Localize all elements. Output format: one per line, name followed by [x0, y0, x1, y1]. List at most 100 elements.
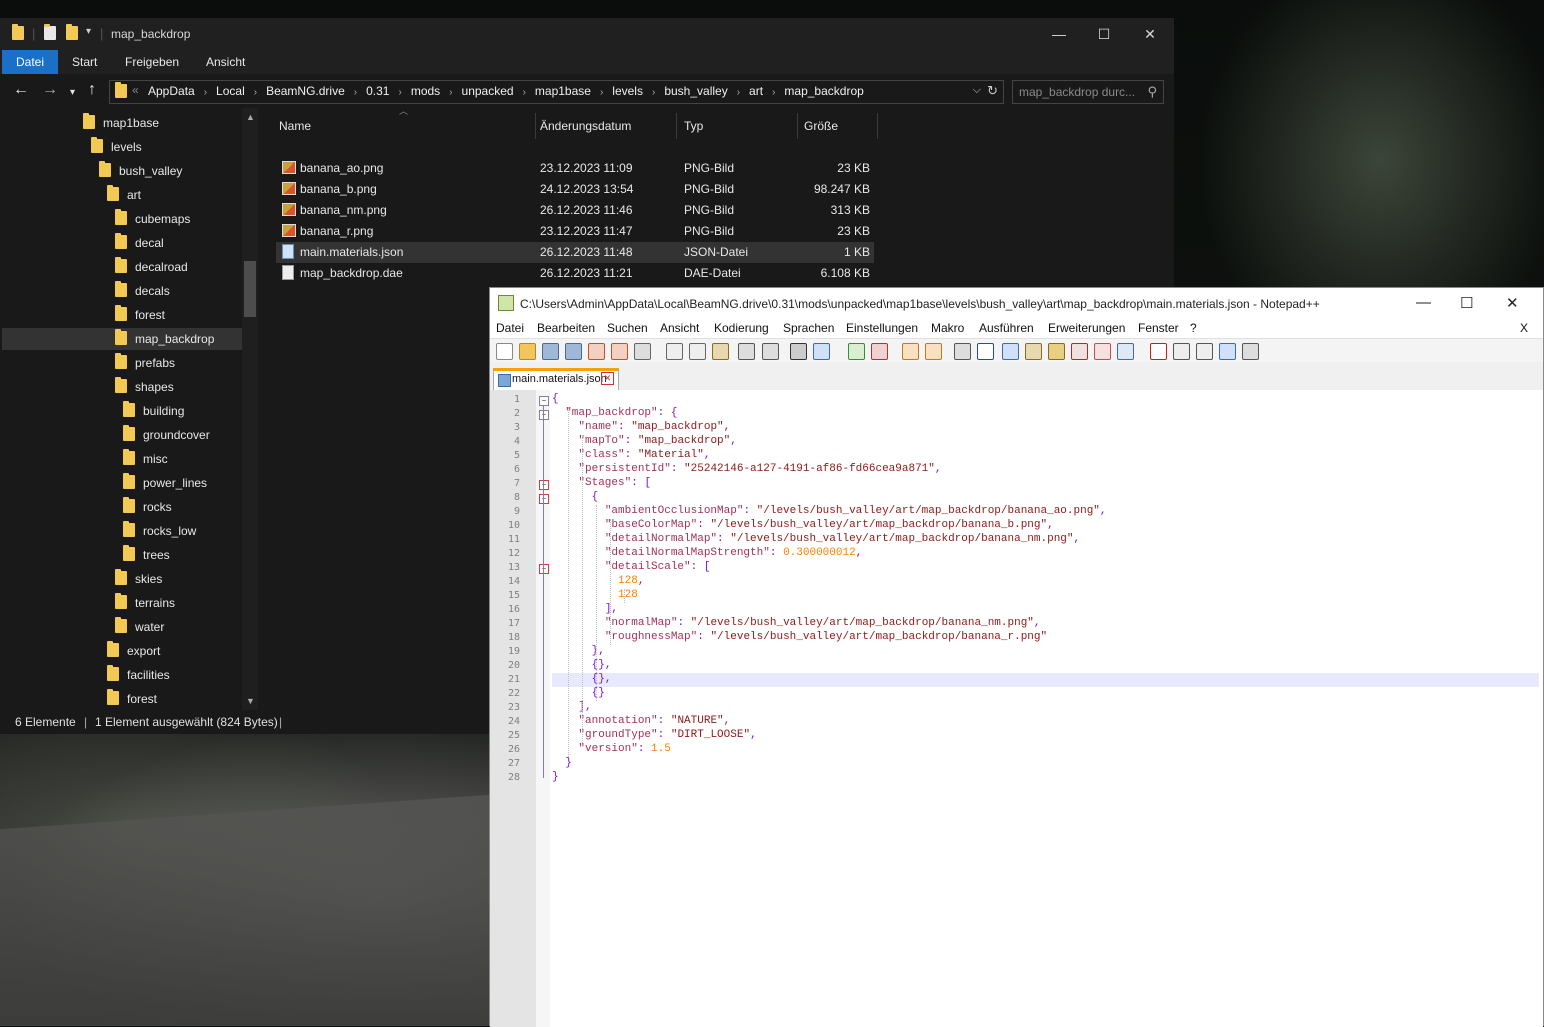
run-macro-multiple-icon[interactable] — [1219, 343, 1236, 360]
code-line[interactable]: "name": "map_backdrop", — [552, 421, 730, 433]
close-document-button[interactable]: X — [1520, 321, 1528, 335]
sidebar-item[interactable]: decal — [115, 232, 164, 254]
fold-toggle-icon[interactable]: − — [539, 410, 549, 420]
close-all-icon[interactable] — [611, 343, 628, 360]
menu-suchen[interactable]: Suchen — [607, 321, 648, 335]
sidebar-item[interactable]: prefabs — [115, 352, 175, 374]
breadcrumb-separator-icon[interactable]: › — [398, 87, 401, 98]
tab-datei[interactable]: Datei — [2, 50, 59, 74]
up-arrow-icon[interactable]: ↑ — [88, 82, 96, 98]
zoom-in-icon[interactable] — [848, 343, 865, 360]
maximize-icon[interactable]: ☐ — [1094, 24, 1114, 44]
code-line[interactable]: "detailNormalMapStrength": 0.300000012, — [552, 547, 862, 559]
sidebar-item[interactable]: rocks_low — [123, 520, 196, 542]
column-header-name[interactable]: Name — [276, 113, 536, 139]
sidebar-item[interactable]: facilities — [107, 664, 170, 686]
minimize-icon[interactable]: — — [1049, 24, 1069, 44]
copy-icon[interactable] — [689, 343, 706, 360]
menu-kodierung[interactable]: Kodierung — [714, 321, 769, 335]
fold-toggle-icon[interactable]: − — [539, 564, 549, 574]
sidebar-item[interactable]: decals — [115, 280, 170, 302]
file-row[interactable]: map_backdrop.dae 26.12.2023 11:21 DAE-Date… — [276, 263, 874, 284]
breadcrumb-separator-icon[interactable]: › — [204, 87, 207, 98]
breadcrumb-separator-icon[interactable]: › — [600, 87, 603, 98]
print-icon[interactable] — [634, 343, 651, 360]
column-header-date[interactable]: Änderungsdatum — [536, 113, 677, 139]
file-row[interactable]: banana_r.png 23.12.2023 11:47 PNG-Bild 23 K… — [276, 221, 874, 242]
close-icon[interactable]: ✕ — [1506, 294, 1519, 312]
file-row[interactable]: banana_nm.png 26.12.2023 11:46 PNG-Bild 313… — [276, 200, 874, 221]
code-line[interactable]: "version": 1.5 — [552, 743, 670, 755]
recent-locations-chevron-icon[interactable]: ▾ — [70, 85, 75, 101]
sidebar-item[interactable]: decalroad — [115, 256, 188, 278]
navigation-scrollbar[interactable]: ▲ ▼ — [242, 108, 258, 710]
word-wrap-icon[interactable] — [954, 343, 971, 360]
code-line[interactable]: { — [552, 393, 559, 405]
sidebar-item[interactable]: shapes — [115, 376, 174, 398]
zoom-out-icon[interactable] — [871, 343, 888, 360]
scrollbar-thumb[interactable] — [244, 261, 256, 317]
sync-horizontal-icon[interactable] — [925, 343, 942, 360]
menu-einstellungen[interactable]: Einstellungen — [846, 321, 918, 335]
breadcrumb-separator-icon[interactable]: › — [652, 87, 655, 98]
column-header-size[interactable]: Größe — [798, 113, 878, 139]
breadcrumb-separator-icon[interactable]: › — [737, 87, 740, 98]
close-icon[interactable] — [588, 343, 605, 360]
menu-ansicht[interactable]: Ansicht — [660, 321, 699, 335]
function-list-icon[interactable] — [1071, 343, 1088, 360]
breadcrumb-item[interactable]: Local — [216, 84, 245, 98]
code-line[interactable]: "mapTo": "map_backdrop", — [552, 435, 736, 447]
menu-help[interactable]: ? — [1190, 321, 1197, 335]
file-row[interactable]: banana_b.png 24.12.2023 13:54 PNG-Bild 98.2… — [276, 179, 874, 200]
cut-icon[interactable] — [666, 343, 683, 360]
code-line[interactable]: "class": "Material", — [552, 449, 710, 461]
refresh-icon[interactable]: ↻ — [987, 83, 998, 99]
save-all-icon[interactable] — [565, 343, 582, 360]
sidebar-item[interactable]: forest — [107, 688, 157, 710]
maximize-icon[interactable]: ☐ — [1460, 294, 1473, 312]
breadcrumb-item[interactable]: mods — [411, 84, 440, 98]
menu-erweiterungen[interactable]: Erweiterungen — [1048, 321, 1125, 335]
code-line[interactable]: "detailNormalMap": "/levels/bush_valley/… — [552, 533, 1080, 545]
file-row[interactable]: banana_ao.png 23.12.2023 11:09 PNG-Bild 23 … — [276, 158, 874, 179]
save-macro-icon[interactable] — [1242, 343, 1259, 360]
sidebar-item[interactable]: art — [107, 184, 141, 206]
folder-workspace-icon[interactable] — [1094, 343, 1111, 360]
menu-sprachen[interactable]: Sprachen — [783, 321, 834, 335]
fold-toggle-icon[interactable]: − — [539, 480, 549, 490]
sidebar-item[interactable]: bush_valley — [99, 160, 182, 182]
breadcrumb-item[interactable]: 0.31 — [366, 84, 389, 98]
code-line[interactable]: 128, — [552, 575, 644, 587]
menu-datei[interactable]: Datei — [496, 321, 524, 335]
undo-icon[interactable] — [738, 343, 755, 360]
sidebar-item[interactable]: building — [123, 400, 184, 422]
search-icon[interactable]: ⚲ — [1147, 84, 1157, 100]
back-arrow-icon[interactable]: ← — [13, 82, 29, 98]
breadcrumb-item[interactable]: bush_valley — [664, 84, 727, 98]
address-bar[interactable]: « AppData › Local › BeamNG.drive › 0.31 › mods › u… — [109, 80, 1004, 104]
breadcrumb-item[interactable]: levels — [612, 84, 643, 98]
show-all-chars-icon[interactable] — [977, 343, 994, 360]
breadcrumb-item[interactable]: BeamNG.drive — [266, 84, 345, 98]
code-line[interactable]: "Stages": [ — [552, 477, 651, 489]
code-line[interactable]: } — [552, 771, 559, 783]
close-tab-icon[interactable]: ✕ — [601, 372, 614, 385]
code-line[interactable]: } — [552, 757, 572, 769]
fold-toggle-icon[interactable]: − — [539, 396, 549, 406]
sidebar-item[interactable]: groundcover — [123, 424, 210, 446]
forward-arrow-icon[interactable]: → — [42, 82, 58, 98]
code-line[interactable]: { — [552, 491, 599, 503]
tab-ansicht[interactable]: Ansicht — [206, 50, 245, 74]
code-line[interactable]: "persistentId": "25242146-a127-4191-af86… — [552, 463, 941, 475]
code-line[interactable]: ], — [552, 603, 618, 615]
menu-makro[interactable]: Makro — [931, 321, 964, 335]
tab-main-materials-json[interactable]: main.materials.json ✕ — [493, 368, 619, 390]
sidebar-item[interactable]: map1base — [83, 112, 159, 134]
play-macro-icon[interactable] — [1196, 343, 1213, 360]
sidebar-item[interactable]: map_backdrop — [2, 328, 258, 350]
code-line[interactable]: "detailScale": [ — [552, 561, 711, 573]
sidebar-item[interactable]: levels — [91, 136, 142, 158]
code-line[interactable]: "annotation": "NATURE", — [552, 715, 730, 727]
code-line[interactable]: "baseColorMap": "/levels/bush_valley/art… — [552, 519, 1054, 531]
code-line[interactable]: "roughnessMap": "/levels/bush_valley/art… — [552, 631, 1047, 643]
